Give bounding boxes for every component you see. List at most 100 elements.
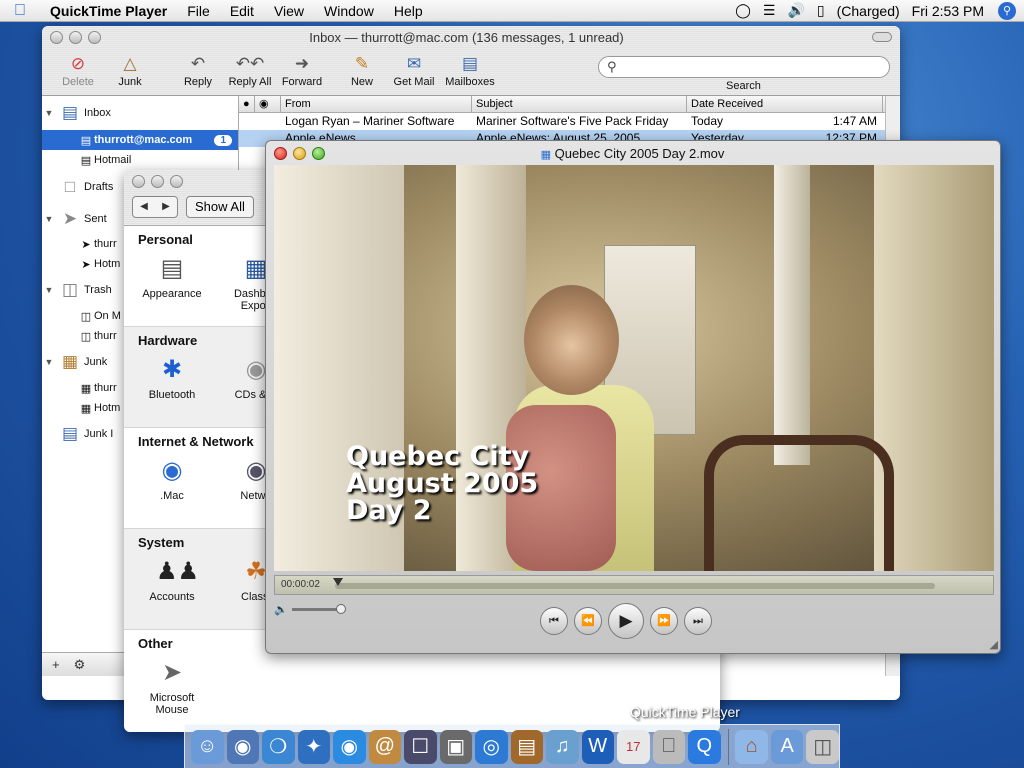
drafts-icon: □: [64, 177, 76, 196]
new-message-button[interactable]: ✎ New: [336, 52, 388, 88]
close-button[interactable]: [274, 146, 287, 160]
safari-icon[interactable]: ❍: [262, 729, 295, 764]
applications-folder-icon[interactable]: A: [770, 729, 804, 764]
pref-microsoft-mouse[interactable]: ➤ Microsoft Mouse: [138, 657, 206, 716]
address-book-icon[interactable]: @: [368, 729, 401, 764]
apple-menu-icon[interactable]: : [0, 2, 40, 20]
menu-help[interactable]: Help: [384, 3, 433, 19]
system-preferences-icon[interactable]: : [652, 729, 685, 764]
close-button[interactable]: [50, 30, 63, 44]
get-mail-button[interactable]: ✉ Get Mail: [388, 52, 440, 88]
pref-bluetooth[interactable]: ✱ Bluetooth: [138, 354, 206, 401]
reply-all-icon: ↶↶: [235, 54, 265, 73]
disclosure-triangle-icon[interactable]: ▼: [42, 214, 56, 224]
timeline-track[interactable]: [335, 583, 935, 589]
home-folder-icon[interactable]: ⌂: [735, 729, 768, 764]
reply-button[interactable]: ↶ Reply: [172, 52, 224, 88]
forward-arrow-icon[interactable]: ▶: [155, 197, 177, 217]
back-arrow-icon[interactable]: ◀: [133, 197, 155, 217]
trash-account-label: thurr: [94, 330, 117, 342]
zoom-button[interactable]: [170, 175, 183, 188]
junk-button[interactable]: △ Junk: [104, 52, 156, 88]
toolbar-toggle-button[interactable]: [872, 32, 892, 42]
dvd-player-icon[interactable]: ◎: [475, 729, 508, 764]
dock-divider: [727, 728, 729, 765]
itunes-icon[interactable]: ♫: [546, 729, 579, 764]
menu-window[interactable]: Window: [314, 3, 384, 19]
mailboxes-button[interactable]: ▤ Mailboxes: [440, 52, 500, 88]
forward-button[interactable]: ➜ Forward: [276, 52, 328, 88]
menu-file[interactable]: File: [177, 3, 220, 19]
menu-view[interactable]: View: [264, 3, 314, 19]
playhead[interactable]: [333, 578, 343, 586]
flag-column[interactable]: ◉: [255, 96, 281, 112]
network-globe-icon[interactable]: ✦: [297, 729, 330, 764]
pref-accounts[interactable]: ♟♟ Accounts: [138, 556, 206, 603]
sent-icon: ➤: [62, 209, 78, 228]
minimize-button[interactable]: [151, 175, 164, 188]
speaker-icon: 🔈: [274, 604, 288, 616]
ical-icon[interactable]: 17: [617, 729, 650, 764]
disclosure-triangle-icon[interactable]: ▼: [42, 357, 56, 367]
finder-icon[interactable]: ☺: [191, 729, 224, 764]
volume-knob[interactable]: [335, 604, 346, 614]
wifi-icon[interactable]: ☰: [757, 2, 782, 19]
volume-icon[interactable]: 🔊: [781, 2, 810, 19]
clock[interactable]: Fri 2:53 PM: [906, 3, 990, 19]
date-column-header[interactable]: Date Received: [687, 96, 883, 112]
resize-grip-icon[interactable]: ◢: [990, 638, 998, 651]
junk-label: Junk: [118, 76, 142, 88]
trash-label: Trash: [84, 284, 112, 296]
timeline-scrubber[interactable]: 00:00:02: [274, 575, 994, 595]
mailbox-hotmail[interactable]: ▤ Hotmail: [42, 150, 238, 170]
battery-status[interactable]: (Charged): [831, 3, 906, 19]
read-status-column[interactable]: ●: [239, 96, 255, 112]
spotlight-icon[interactable]: ⚲: [998, 1, 1016, 20]
rewind-button[interactable]: ⏪: [574, 607, 602, 635]
table-row[interactable]: Logan Ryan – Mariner Software Mariner So…: [239, 113, 900, 130]
zoom-button[interactable]: [312, 146, 325, 160]
minimize-button[interactable]: [293, 146, 306, 160]
menu-edit[interactable]: Edit: [220, 3, 264, 19]
zoom-button[interactable]: [88, 30, 101, 44]
play-button[interactable]: ▶: [608, 603, 644, 639]
disclosure-triangle-icon[interactable]: ▼: [42, 108, 56, 118]
add-mailbox-icon[interactable]: +: [52, 657, 60, 672]
volume-slider[interactable]: [291, 604, 346, 614]
quicktime-titlebar[interactable]: ▦ Quebec City 2005 Day 2.mov: [266, 141, 1000, 165]
fast-forward-button[interactable]: ⏩: [650, 607, 678, 635]
gear-icon[interactable]: ⚙: [74, 657, 86, 673]
quicktime-icon[interactable]: Q: [688, 729, 721, 764]
subject-column-header[interactable]: Subject: [472, 96, 687, 112]
forward-icon: ➜: [294, 54, 310, 73]
close-button[interactable]: [132, 175, 145, 188]
mailbox-inbox[interactable]: ▼ ▤ Inbox: [42, 96, 238, 130]
mail-titlebar[interactable]: Inbox — thurrott@mac.com (136 messages, …: [42, 26, 900, 48]
go-to-end-button[interactable]: ⏭: [684, 607, 712, 635]
sent-hotmail-label: Hotm: [94, 258, 121, 270]
show-all-button[interactable]: Show All: [186, 196, 254, 218]
iphoto-icon[interactable]: ▣: [439, 729, 472, 764]
pref-mac[interactable]: ◉ .Mac: [138, 455, 206, 502]
ichat-icon[interactable]: ◉: [333, 729, 366, 764]
from-column-header[interactable]: From: [281, 96, 472, 112]
menu-app-name[interactable]: QuickTime Player: [40, 3, 177, 19]
playback-controls: ⏮ ⏪ ▶ ⏩ ⏭: [540, 603, 712, 639]
pref-appearance[interactable]: ▤ Appearance: [138, 253, 206, 312]
ichat-status-icon[interactable]: ◯: [729, 2, 757, 19]
trash-icon[interactable]: ◫: [806, 729, 839, 764]
junk-mailbox-icon: ▦: [61, 352, 79, 371]
delete-button[interactable]: ⊘ Delete: [52, 52, 104, 88]
iphoto-camera-icon[interactable]: ▤: [510, 729, 543, 764]
minimize-button[interactable]: [69, 30, 82, 44]
video-frame[interactable]: Quebec City August 2005 Day 2: [274, 165, 994, 571]
mailbox-inbox-account[interactable]: ▤ thurrott@mac.com 1: [42, 130, 238, 150]
dashboard-icon[interactable]: ◉: [226, 729, 259, 764]
battery-icon[interactable]: ▯: [811, 2, 831, 19]
word-icon[interactable]: W: [581, 729, 614, 764]
disclosure-triangle-icon[interactable]: ▼: [42, 285, 56, 295]
mail-search-input[interactable]: ⚲: [598, 56, 890, 78]
imovie-icon[interactable]: ☐: [404, 729, 437, 764]
reply-all-button[interactable]: ↶↶ Reply All: [224, 52, 276, 88]
go-to-start-button[interactable]: ⏮: [540, 607, 568, 635]
